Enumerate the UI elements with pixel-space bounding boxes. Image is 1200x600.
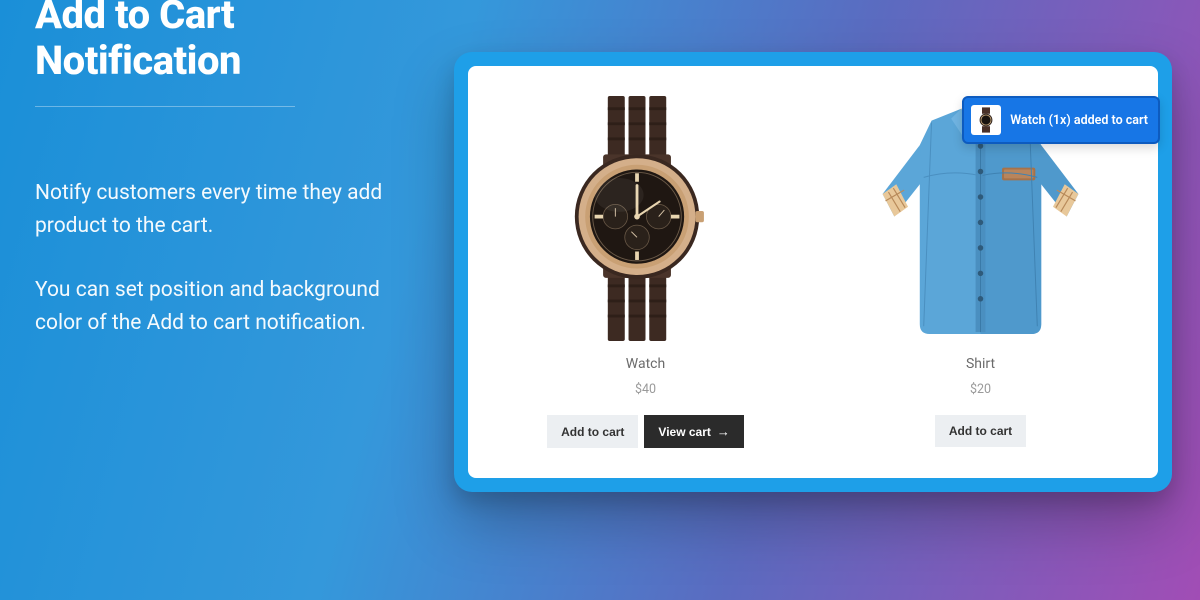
watch-icon <box>975 107 997 133</box>
add-to-cart-button[interactable]: Add to cart <box>547 415 638 448</box>
toast-message: Watch (1x) added to cart <box>1010 113 1148 128</box>
description-line-1: Notify customers every time they add pro… <box>35 177 415 242</box>
product-price: $20 <box>970 382 991 397</box>
add-to-cart-toast[interactable]: Watch (1x) added to cart <box>962 96 1160 144</box>
title-divider <box>35 106 295 107</box>
page-title: Add to Cart Notification <box>35 0 415 84</box>
product-actions: Add to cart View cart → <box>547 415 744 448</box>
product-name: Watch <box>626 356 665 372</box>
product-card-watch: Watch $40 Add to cart View cart → <box>498 88 793 460</box>
product-actions: Add to cart <box>935 415 1026 447</box>
watch-illustration <box>548 96 743 341</box>
view-cart-label: View cart <box>658 425 710 439</box>
product-image-watch <box>526 88 766 348</box>
toast-thumbnail <box>971 105 1001 135</box>
arrow-right-icon: → <box>717 424 730 439</box>
storefront-preview: Watch (1x) added to cart <box>468 66 1158 478</box>
product-price: $40 <box>635 382 656 397</box>
view-cart-button[interactable]: View cart → <box>644 415 743 448</box>
description-block: Notify customers every time they add pro… <box>35 177 415 339</box>
add-to-cart-button[interactable]: Add to cart <box>935 415 1026 447</box>
product-name: Shirt <box>966 356 995 372</box>
description-line-2: You can set position and background colo… <box>35 274 415 339</box>
preview-frame: Watch (1x) added to cart <box>454 52 1172 492</box>
